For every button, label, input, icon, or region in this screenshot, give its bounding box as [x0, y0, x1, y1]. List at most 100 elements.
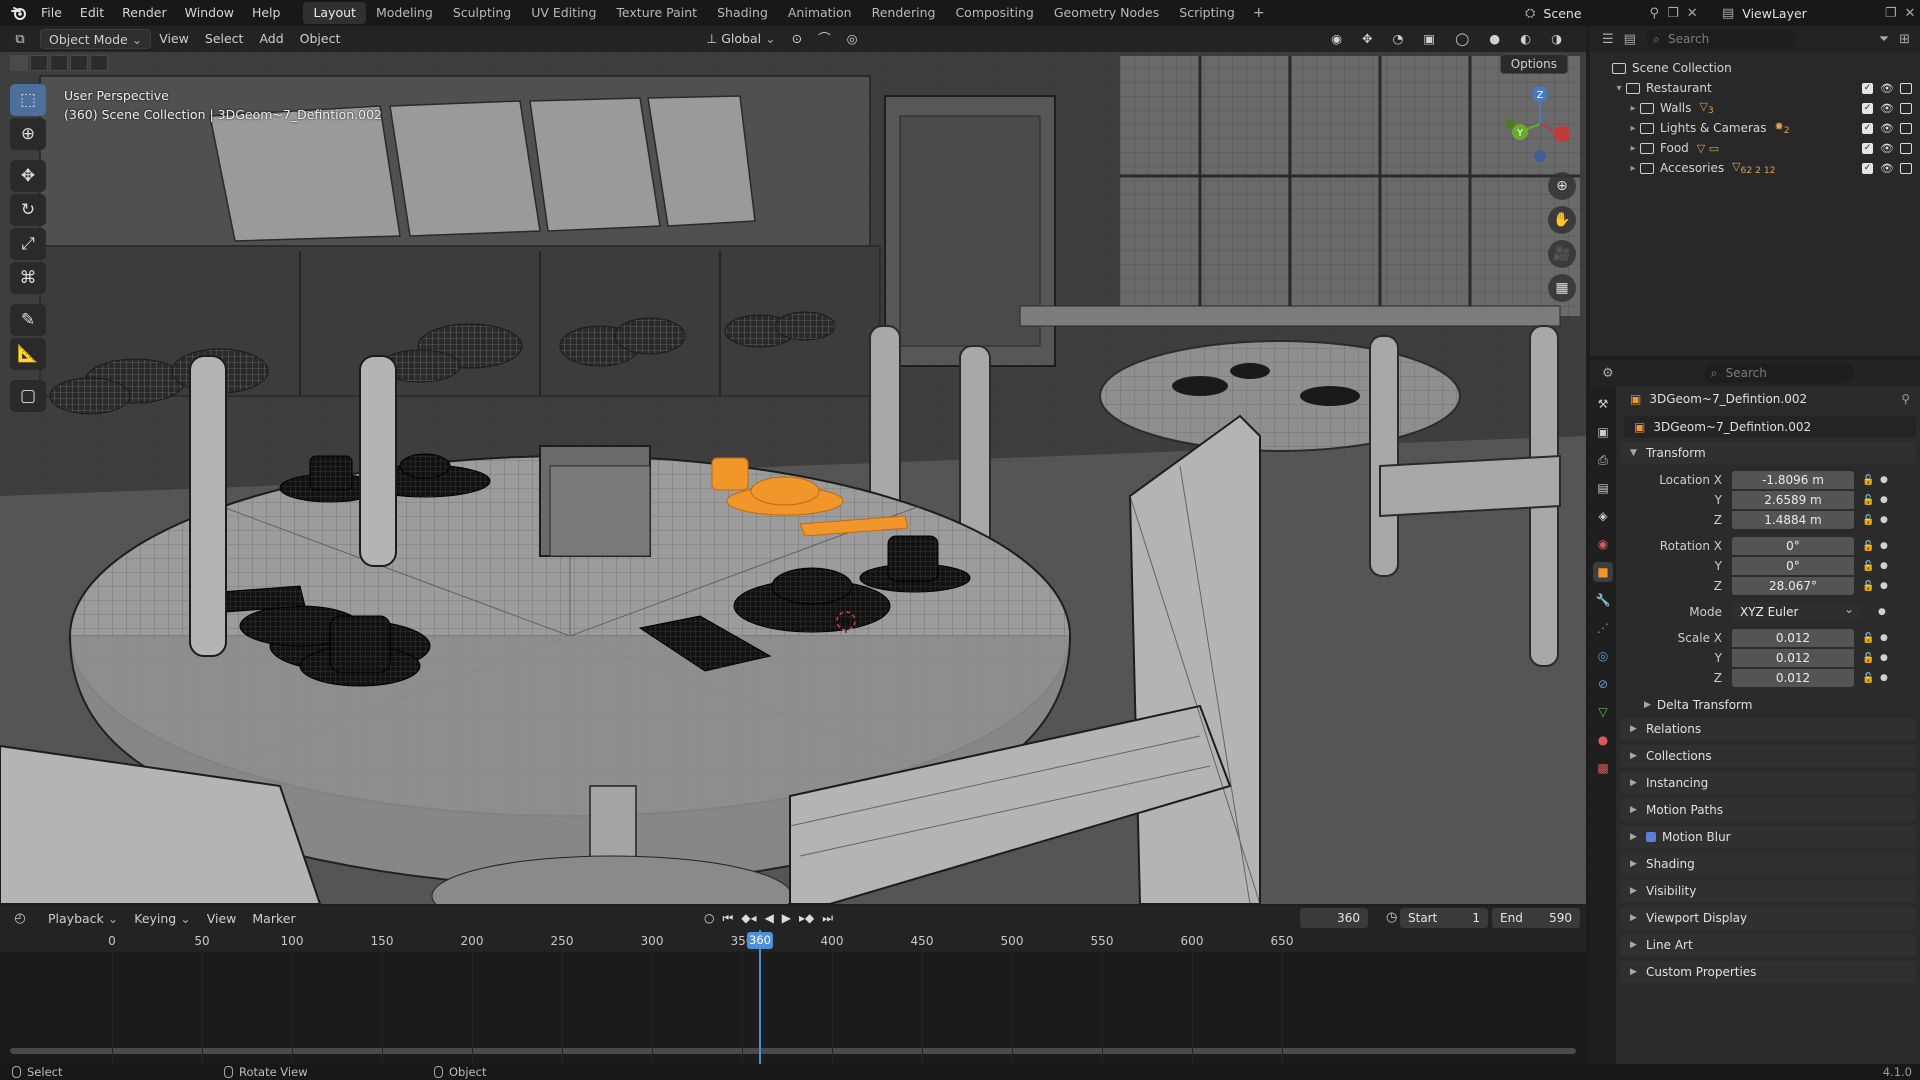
- scale-y-field[interactable]: 0.012: [1732, 649, 1854, 667]
- texture-tab-icon[interactable]: ▩: [1593, 758, 1613, 778]
- keyframe-dot-icon[interactable]: ●: [1880, 475, 1890, 485]
- lock-icon[interactable]: 🔓: [1862, 633, 1876, 644]
- panel-motion-blur[interactable]: ▶ Motion Blur: [1620, 826, 1916, 848]
- proportional-edit-icon[interactable]: ◎: [839, 29, 866, 49]
- keyframe-dot-icon[interactable]: ●: [1878, 607, 1888, 617]
- outliner-search-input[interactable]: Search: [1645, 29, 1796, 49]
- overlay-icon[interactable]: ◔: [1385, 29, 1412, 49]
- frame-ruler[interactable]: 0 50 100 150 200 250 300 350 400 450 500 550 600 650: [0, 930, 1586, 952]
- object-tab-icon[interactable]: ■: [1593, 562, 1613, 582]
- eye-icon[interactable]: 👁: [1880, 103, 1894, 114]
- rotation-mode-dropdown[interactable]: XYZ Euler: [1732, 600, 1862, 621]
- display-mode-icon[interactable]: ▤: [1624, 32, 1636, 47]
- add-workspace-button[interactable]: +: [1245, 5, 1273, 21]
- timeline-menu-playback[interactable]: Playback ⌄: [40, 911, 126, 926]
- new-scene-icon[interactable]: ❐: [1667, 6, 1679, 21]
- xray-icon[interactable]: ▣: [1415, 29, 1443, 49]
- include-checkbox[interactable]: ✓: [1862, 142, 1873, 154]
- lock-icon[interactable]: 🔓: [1862, 673, 1876, 684]
- outliner-item-food[interactable]: ▸ Food ▽ ▭ ✓ 👁: [1590, 138, 1920, 158]
- tab-layout[interactable]: Layout: [303, 2, 366, 24]
- rotation-x-field[interactable]: 0°: [1732, 537, 1854, 555]
- include-checkbox[interactable]: ✓: [1862, 102, 1873, 114]
- scene-render[interactable]: [0, 26, 1586, 904]
- close-view-layer-icon[interactable]: ✕: [1904, 6, 1915, 21]
- visibility-icon[interactable]: ◉: [1323, 29, 1350, 49]
- rotate-tool-icon[interactable]: ↻: [10, 194, 46, 226]
- keyframe-dot-icon[interactable]: ●: [1880, 581, 1890, 591]
- ortho-grid-icon[interactable]: ▦: [1548, 274, 1576, 302]
- include-checkbox[interactable]: ✓: [1862, 122, 1873, 134]
- tab-sculpting[interactable]: Sculpting: [443, 2, 521, 24]
- scene-selector[interactable]: ⛭ Scene ⚲ ❐ ✕: [1525, 0, 1698, 26]
- output-tab-icon[interactable]: ⎙: [1593, 450, 1613, 470]
- constraints-tab-icon[interactable]: ⊘: [1593, 674, 1613, 694]
- panel-shading[interactable]: ▶ Shading: [1620, 853, 1916, 875]
- clock-icon[interactable]: ◷: [1386, 910, 1397, 925]
- lock-icon[interactable]: 🔓: [1862, 541, 1876, 552]
- render-tab-icon[interactable]: ▣: [1593, 422, 1613, 442]
- tab-modeling[interactable]: Modeling: [366, 2, 443, 24]
- jump-end-icon[interactable]: ⏭: [822, 911, 833, 926]
- expand-right-icon[interactable]: ▸: [1626, 103, 1640, 114]
- select-invert-mode[interactable]: [70, 55, 88, 71]
- menu-window[interactable]: Window: [176, 0, 243, 26]
- eye-icon[interactable]: 👁: [1880, 163, 1894, 174]
- eye-icon[interactable]: 👁: [1880, 143, 1894, 154]
- object-name-field[interactable]: ▣ 3DGeom~7_Defintion.002: [1624, 416, 1916, 438]
- physics-tab-icon[interactable]: ◎: [1593, 646, 1613, 666]
- panel-line-art[interactable]: ▶ Line Art: [1620, 934, 1916, 956]
- auto-keying-icon[interactable]: ○: [704, 911, 714, 925]
- transform-orientation-dropdown[interactable]: ⊥ Global ⌄: [698, 29, 783, 49]
- jump-keyframe-forward-icon[interactable]: ▸◆: [799, 911, 814, 925]
- outliner-item-accesories[interactable]: ▸ Accesories ▽62 2 12 ✓ 👁: [1590, 158, 1920, 178]
- timeline-menu-marker[interactable]: Marker: [244, 911, 303, 926]
- select-intersect-mode[interactable]: [90, 55, 108, 71]
- panel-visibility[interactable]: ▶ Visibility: [1620, 880, 1916, 902]
- gizmo-icon[interactable]: ✥: [1354, 29, 1380, 49]
- annotate-tool-icon[interactable]: ✎: [10, 304, 46, 336]
- object-mode-dropdown[interactable]: Object Mode ⌄: [40, 29, 152, 49]
- tab-shading[interactable]: Shading: [707, 2, 778, 24]
- keyframe-dot-icon[interactable]: ●: [1880, 633, 1890, 643]
- editor-type-icon[interactable]: ⧉: [0, 32, 40, 47]
- select-subtract-mode[interactable]: [50, 55, 68, 71]
- add-cube-tool-icon[interactable]: ▢: [10, 380, 46, 412]
- viewport-menu-select[interactable]: Select: [197, 29, 252, 49]
- scale-z-field[interactable]: 0.012: [1732, 669, 1854, 687]
- particles-tab-icon[interactable]: ⋰: [1593, 618, 1613, 638]
- start-frame-field[interactable]: Start 1: [1400, 908, 1488, 928]
- viewport-menu-view[interactable]: View: [151, 29, 197, 49]
- rotation-z-field[interactable]: 28.067°: [1732, 577, 1854, 595]
- select-new-mode[interactable]: [10, 55, 28, 71]
- panel-viewport-display[interactable]: ▶ Viewport Display: [1620, 907, 1916, 929]
- menu-file[interactable]: File: [32, 0, 71, 26]
- location-y-field[interactable]: 2.6589 m: [1732, 491, 1854, 509]
- menu-render[interactable]: Render: [113, 0, 176, 26]
- tab-texture-paint[interactable]: Texture Paint: [606, 2, 707, 24]
- pan-hand-icon[interactable]: ✋: [1548, 206, 1576, 234]
- properties-editor-icon[interactable]: ⚙: [1602, 366, 1614, 381]
- playhead-frame-indicator[interactable]: 360: [747, 932, 773, 949]
- select-box-tool-icon[interactable]: ⬚: [10, 84, 46, 116]
- move-tool-icon[interactable]: ✥: [10, 160, 46, 192]
- eye-icon[interactable]: 👁: [1880, 123, 1894, 134]
- tab-rendering[interactable]: Rendering: [862, 2, 946, 24]
- lock-icon[interactable]: 🔓: [1862, 495, 1876, 506]
- modifier-tab-icon[interactable]: 🔧: [1593, 590, 1613, 610]
- jump-keyframe-back-icon[interactable]: ◆◂: [741, 911, 756, 925]
- outliner-item-walls[interactable]: ▸ Walls ▽3 ✓ 👁: [1590, 98, 1920, 118]
- delta-transform-panel[interactable]: ▶ Delta Transform: [1620, 694, 1916, 716]
- location-z-field[interactable]: 1.4884 m: [1732, 511, 1854, 529]
- panel-custom-properties[interactable]: ▶ Custom Properties: [1620, 961, 1916, 983]
- render-camera-icon[interactable]: [1900, 82, 1912, 94]
- tool-tab-icon[interactable]: ⚒: [1593, 394, 1613, 414]
- include-checkbox[interactable]: ✓: [1862, 162, 1873, 174]
- filter-icon[interactable]: ⏷: [1879, 32, 1889, 47]
- viewport-menu-object[interactable]: Object: [292, 29, 349, 49]
- expand-right-icon[interactable]: ▸: [1626, 143, 1640, 154]
- panel-motion-paths[interactable]: ▶ Motion Paths: [1620, 799, 1916, 821]
- viewport-menu-add[interactable]: Add: [251, 29, 291, 49]
- transform-tool-icon[interactable]: ⌘: [10, 262, 46, 294]
- timeline-area[interactable]: [0, 952, 1586, 1064]
